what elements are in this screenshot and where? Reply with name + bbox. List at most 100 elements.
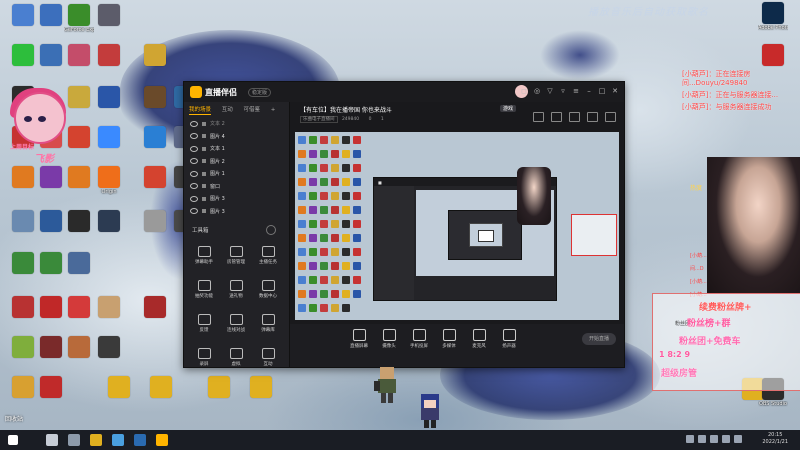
desktop-icon[interactable] <box>94 126 124 149</box>
tray-icon-2[interactable] <box>698 435 706 443</box>
desktop-icon[interactable] <box>104 376 134 399</box>
layer-item[interactable]: 图片 4 <box>184 131 289 144</box>
stream-title[interactable]: 【有车位】我在播帝国 你也来战斗 <box>300 105 392 114</box>
lock-icon[interactable] <box>202 146 206 151</box>
live-companion-window[interactable]: 直播伴侣 稳定版 ◻ ◎ ▽ ▿ ≡ – □ ✕ 我的场景 互动 可借鉴 + 文本 2 图片 4… <box>183 81 625 368</box>
desktop-icon[interactable] <box>64 336 94 359</box>
snapshot-icon[interactable] <box>533 112 544 122</box>
desktop-icon[interactable] <box>36 296 66 319</box>
layout-icon[interactable] <box>569 112 580 122</box>
share-icon[interactable] <box>605 112 616 122</box>
toolbox-item[interactable]: 反馈 <box>188 310 220 344</box>
desktop-icon[interactable] <box>8 4 38 27</box>
desktop-icon[interactable] <box>204 376 234 399</box>
layer-item[interactable]: 图片 3 <box>184 193 289 206</box>
desktop-icon[interactable] <box>36 336 66 359</box>
add-scene-button[interactable]: + <box>271 107 276 113</box>
desktop-icon[interactable] <box>94 44 124 67</box>
desktop-icon[interactable] <box>8 44 38 67</box>
desktop-icon[interactable] <box>94 4 124 27</box>
source-button[interactable]: 摄像头 <box>375 329 403 349</box>
tab-reference[interactable]: 可借鉴 <box>244 107 261 113</box>
visibility-icon[interactable] <box>190 195 198 202</box>
visibility-icon[interactable] <box>190 133 198 139</box>
desktop-icon[interactable] <box>64 252 94 275</box>
desktop-icon[interactable] <box>146 376 176 399</box>
desktop-icon[interactable] <box>36 376 66 399</box>
desktop-icon[interactable] <box>140 44 170 67</box>
tab-interact[interactable]: 互动 <box>222 107 233 113</box>
source-button[interactable]: 直播屏幕 <box>345 329 373 349</box>
toolbox-item[interactable]: 弹幕库 <box>252 310 284 344</box>
desktop-icon[interactable] <box>8 336 38 359</box>
toolbox-item[interactable]: 房管管理 <box>220 242 252 276</box>
desktop-icon[interactable] <box>94 336 124 359</box>
layer-item[interactable]: 文本 1 <box>184 143 289 156</box>
taskbar-app-1-icon[interactable] <box>112 434 124 446</box>
source-button[interactable]: 麦克风 <box>465 329 493 349</box>
toolbox-item[interactable]: 虚拟 <box>220 344 252 378</box>
network-icon[interactable] <box>710 435 718 443</box>
lock-icon[interactable] <box>202 134 206 138</box>
desktop-icon[interactable] <box>36 44 66 67</box>
desktop-icon[interactable] <box>758 44 788 67</box>
tab-my-scenes[interactable]: 我的场景 <box>189 107 212 115</box>
file-explorer-icon[interactable] <box>90 434 102 446</box>
live-companion-taskbar-icon[interactable] <box>156 434 168 446</box>
taskbar-app-2-icon[interactable] <box>134 434 146 446</box>
desktop-icon[interactable] <box>36 210 66 233</box>
desktop-icon[interactable] <box>8 376 38 399</box>
toolbox-item[interactable]: 主播任务 <box>252 242 284 276</box>
task-view-icon[interactable] <box>68 434 80 446</box>
stream-category-tag[interactable]: 游戏 <box>500 105 517 112</box>
minimize-icon[interactable]: – <box>584 86 594 96</box>
desktop-icon[interactable] <box>8 296 38 319</box>
desktop-icon[interactable] <box>140 86 170 109</box>
tray-icon-1[interactable] <box>686 435 694 443</box>
start-button-icon[interactable] <box>8 435 18 445</box>
toolbox-item[interactable]: 数据中心 <box>252 276 284 310</box>
volume-icon[interactable] <box>722 435 730 443</box>
visibility-icon[interactable] <box>190 208 198 214</box>
toolbox-item[interactable]: 连线对战 <box>220 310 252 344</box>
desktop-icon[interactable] <box>8 210 38 233</box>
layer-item[interactable]: 图片 3 <box>184 206 289 219</box>
window-titlebar[interactable]: 直播伴侣 稳定版 ◻ ◎ ▽ ▿ ≡ – □ ✕ <box>184 82 624 102</box>
desktop-icon[interactable] <box>94 210 124 233</box>
desktop-icon[interactable] <box>140 210 170 233</box>
desktop-icon[interactable]: GeForce Experience <box>64 4 94 33</box>
lock-icon[interactable] <box>202 159 206 163</box>
lock-icon[interactable] <box>202 121 206 126</box>
layer-item[interactable]: 窗口 <box>184 181 289 194</box>
maximize-icon[interactable]: □ <box>597 86 607 96</box>
desktop-icon[interactable] <box>94 86 124 109</box>
category-chip[interactable]: 乐曲电子直播间 <box>300 116 338 123</box>
gift-icon[interactable]: ▽ <box>545 86 555 96</box>
desktop-icon[interactable] <box>36 252 66 275</box>
desktop-icon[interactable] <box>140 296 170 319</box>
source-button[interactable]: 手机投屏 <box>405 329 433 349</box>
close-icon[interactable]: ✕ <box>610 86 620 96</box>
start-stream-button[interactable]: 开始直播 <box>582 333 616 345</box>
layer-item[interactable]: 图片 2 <box>184 156 289 169</box>
visibility-icon[interactable] <box>190 183 198 189</box>
menu-icon[interactable]: ≡ <box>571 86 581 96</box>
desktop-icon[interactable] <box>8 252 38 275</box>
layer-item[interactable]: 文本 2 <box>184 118 289 131</box>
notify-icon[interactable] <box>587 112 598 122</box>
toolbox-item[interactable]: 互动 <box>252 344 284 378</box>
desktop-icon[interactable] <box>246 376 276 399</box>
desktop-icon[interactable] <box>36 4 66 27</box>
shirt-icon[interactable]: ▿ <box>558 86 568 96</box>
lock-icon[interactable] <box>202 196 206 201</box>
search-icon[interactable] <box>46 434 58 446</box>
desktop-icon[interactable] <box>64 44 94 67</box>
toolbox-item[interactable]: 抽奖功能 <box>188 276 220 310</box>
source-button[interactable]: 扬声器 <box>495 329 523 349</box>
desktop-icon[interactable] <box>64 210 94 233</box>
visibility-icon[interactable] <box>190 158 198 164</box>
visibility-icon[interactable] <box>190 145 198 152</box>
visibility-icon[interactable] <box>190 120 198 127</box>
desktop-icon[interactable] <box>140 166 170 189</box>
clock[interactable]: 20:15 2022/1/21 <box>762 432 788 446</box>
